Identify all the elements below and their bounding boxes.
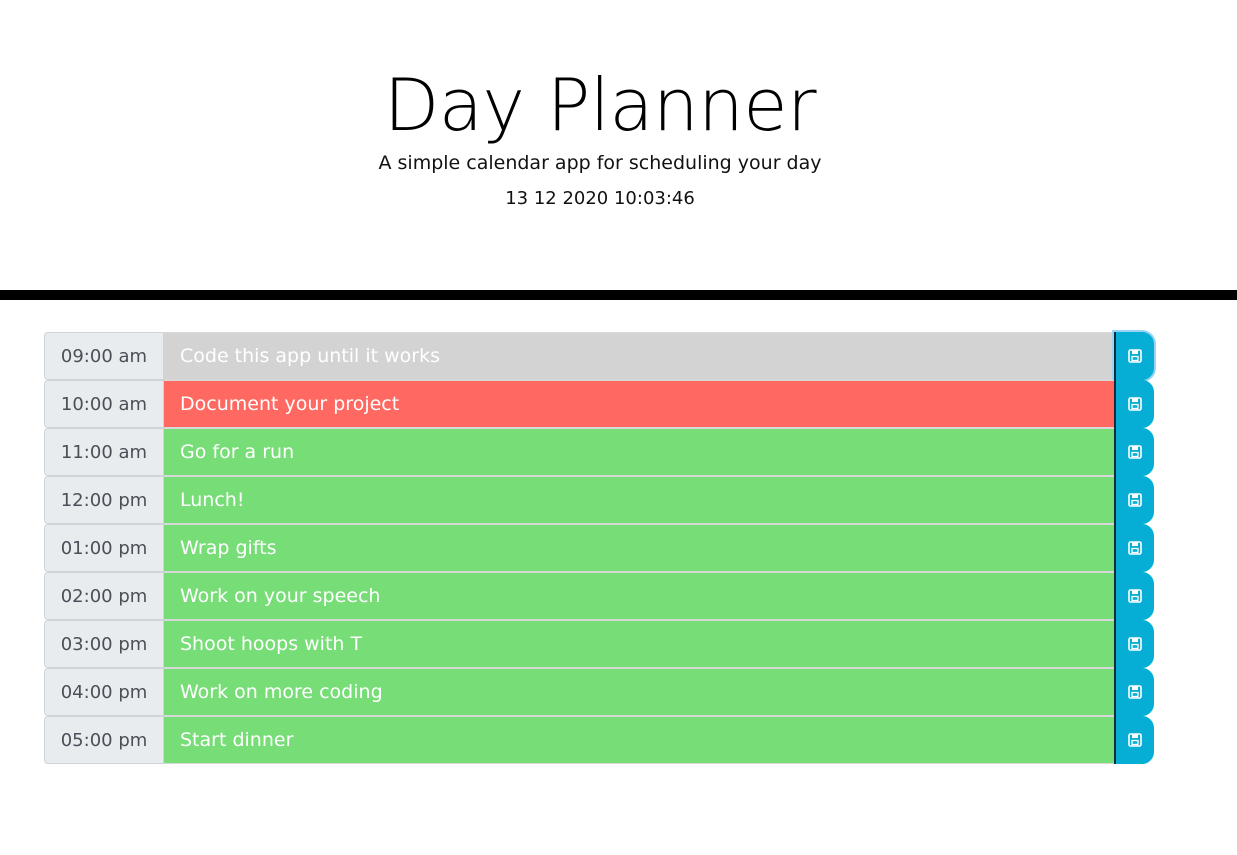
save-icon	[1128, 685, 1142, 699]
save-icon	[1128, 637, 1142, 651]
task-input[interactable]: Document your project	[164, 380, 1114, 428]
save-button[interactable]	[1114, 620, 1154, 668]
time-block-row: 12:00 pm Lunch!	[44, 476, 1154, 524]
task-input[interactable]: Lunch!	[164, 476, 1114, 524]
time-block-row: 05:00 pm Start dinner	[44, 716, 1154, 764]
task-input[interactable]: Start dinner	[164, 716, 1114, 764]
hour-label: 12:00 pm	[44, 476, 164, 524]
hour-label: 09:00 am	[44, 332, 164, 380]
save-icon	[1128, 349, 1142, 363]
header-divider	[0, 290, 1237, 300]
save-icon	[1128, 733, 1142, 747]
task-input[interactable]: Go for a run	[164, 428, 1114, 476]
save-button[interactable]	[1114, 572, 1154, 620]
save-icon	[1128, 397, 1142, 411]
page-subtitle: A simple calendar app for scheduling you…	[378, 152, 822, 174]
time-block-row: 03:00 pm Shoot hoops with T	[44, 620, 1154, 668]
save-icon	[1128, 541, 1142, 555]
save-button[interactable]	[1114, 332, 1154, 380]
hour-label: 11:00 am	[44, 428, 164, 476]
time-block-row: 01:00 pm Wrap gifts	[44, 524, 1154, 572]
task-input[interactable]: Work on more coding	[164, 668, 1114, 716]
time-block-row: 04:00 pm Work on more coding	[44, 668, 1154, 716]
time-block-row: 10:00 am Document your project	[44, 380, 1154, 428]
hour-label: 01:00 pm	[44, 524, 164, 572]
hour-label: 03:00 pm	[44, 620, 164, 668]
planner: 09:00 am Code this app until it works 10…	[44, 332, 1154, 764]
save-icon	[1128, 445, 1142, 459]
task-input[interactable]: Wrap gifts	[164, 524, 1114, 572]
save-button[interactable]	[1114, 380, 1154, 428]
save-button[interactable]	[1114, 524, 1154, 572]
hour-label: 04:00 pm	[44, 668, 164, 716]
save-button[interactable]	[1114, 716, 1154, 764]
hour-label: 05:00 pm	[44, 716, 164, 764]
hour-label: 10:00 am	[44, 380, 164, 428]
current-datetime: 13 12 2020 10:03:46	[505, 188, 695, 209]
time-block-row: 02:00 pm Work on your speech	[44, 572, 1154, 620]
task-input[interactable]: Shoot hoops with T	[164, 620, 1114, 668]
time-block-row: 11:00 am Go for a run	[44, 428, 1154, 476]
save-icon	[1128, 493, 1142, 507]
task-input[interactable]: Work on your speech	[164, 572, 1114, 620]
save-icon	[1128, 589, 1142, 603]
save-button[interactable]	[1114, 476, 1154, 524]
hour-label: 02:00 pm	[44, 572, 164, 620]
save-button[interactable]	[1114, 428, 1154, 476]
time-block-row: 09:00 am Code this app until it works	[44, 332, 1154, 380]
task-input[interactable]: Code this app until it works	[164, 332, 1114, 380]
save-button[interactable]	[1114, 668, 1154, 716]
page-title: Day Planner	[383, 63, 817, 147]
